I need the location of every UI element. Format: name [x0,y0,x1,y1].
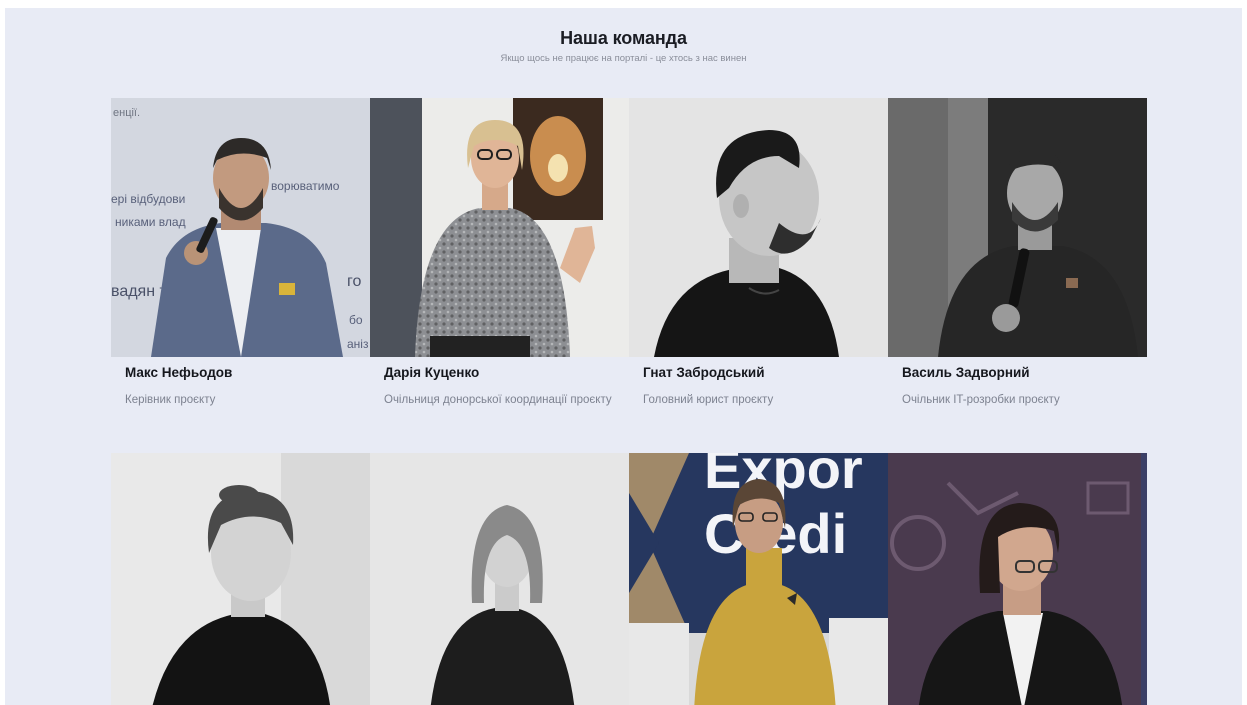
team-member-photo [888,98,1147,357]
team-member-name: Макс Нефьодов [125,365,233,380]
team-member-name: Гнат Забродський [643,365,765,380]
team-section: Наша команда Якщо щось не працює на порт… [5,8,1242,705]
section-header: Наша команда Якщо щось не працює на порт… [5,28,1242,64]
team-card[interactable]: Василь Задворний Очільник IT-розробки пр… [888,98,1147,409]
team-member-photo: енції. ері відбудови ворюватимо никами в… [111,98,370,357]
team-member-name: Василь Задворний [902,365,1030,380]
slide-text: го [347,273,361,290]
team-member-photo [111,453,370,705]
team-card[interactable] [111,453,370,705]
team-member-role: Керівник проєкту [125,394,216,406]
team-member-photo [888,453,1147,705]
team-member-photo [370,98,629,357]
team-card[interactable]: енції. ері відбудови ворюватимо никами в… [111,98,370,409]
team-card[interactable] [370,453,629,705]
team-member-photo [629,98,888,357]
team-member-name: Дарія Куценко [384,365,480,380]
team-card[interactable]: Expor Credi [629,453,888,705]
team-member-role: Очільник IT-розробки проєкту [902,394,1060,406]
slide-text: вадян т [111,283,168,300]
slide-text: никами влад [115,215,186,229]
team-member-role: Головний юрист проєкту [643,394,774,406]
slide-text: аніз [347,337,369,351]
team-member-photo: Expor Credi [629,453,888,705]
section-subtitle: Якщо щось не працює на порталі - це хтос… [500,53,747,64]
team-card[interactable]: Гнат Забродський Головний юрист проєкту [629,98,888,409]
team-member-photo [370,453,629,705]
banner-text: Expor [704,453,863,500]
slide-text: бо [349,313,363,327]
slide-text: ворюватимо [271,179,340,193]
section-title: Наша команда [560,28,687,48]
team-card[interactable]: Дарія Куценко Очільниця донорської коорд… [370,98,629,409]
slide-text: енції. [113,107,140,119]
team-member-role: Очільниця донорської координації проєкту [384,394,612,406]
slide-text: ері відбудови [111,192,185,206]
team-card[interactable] [888,453,1147,705]
